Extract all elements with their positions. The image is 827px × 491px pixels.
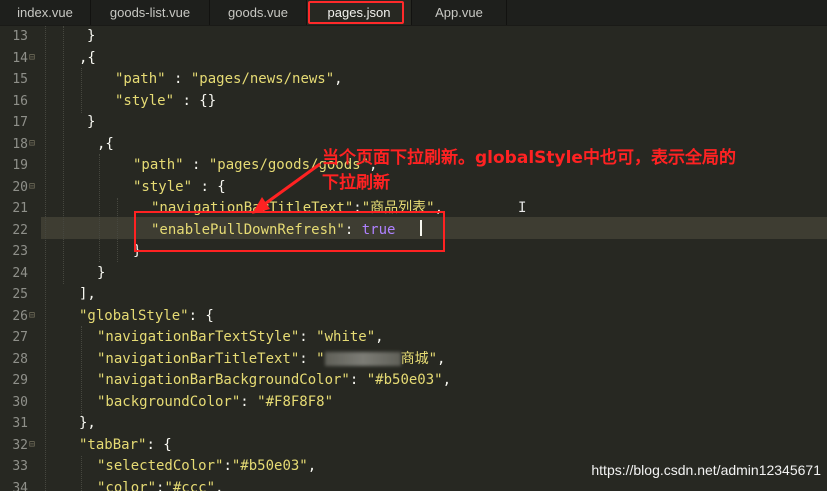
code-line-34: "color":"#ccc", <box>97 479 224 491</box>
indent-guide <box>117 198 118 262</box>
code-line-30: "backgroundColor": "#F8F8F8" <box>97 393 334 410</box>
code-line-33: "selectedColor":"#b50e03", <box>97 458 317 474</box>
watermark-text: https://blog.csdn.net/admin12345671 <box>591 462 821 478</box>
code-line-24: } <box>97 264 106 281</box>
tab-goods-vue[interactable]: goods.vue <box>210 0 307 25</box>
tab-bar: index.vue goods-list.vue goods.vue pages… <box>0 0 827 26</box>
line-number: 21 <box>12 201 28 216</box>
fold-icon[interactable]: ⊟ <box>29 138 35 149</box>
line-number: 31 <box>12 416 28 431</box>
line-number: 17 <box>12 115 28 130</box>
line-number: 30 <box>12 394 28 410</box>
fold-icon[interactable]: ⊟ <box>29 52 35 63</box>
tab-goods-list-vue[interactable]: goods-list.vue <box>91 0 210 25</box>
line-number: 26 <box>12 308 28 324</box>
line-number: 22 <box>12 222 28 238</box>
code-line-13: } <box>87 28 96 44</box>
code-line-26: "globalStyle": { <box>79 307 214 324</box>
redacted-text <box>324 351 401 366</box>
line-number: 19 <box>12 158 28 173</box>
code-line-25: ], <box>79 286 96 302</box>
code-line-32: "tabBar": { <box>79 436 172 453</box>
code-line-15: "path" : "pages/news/news", <box>115 71 343 87</box>
code-area[interactable]: } ,{ "path" : "pages/news/news", "style"… <box>41 26 827 491</box>
code-line-17: } <box>87 114 96 130</box>
code-line-28: "navigationBarTitleText": " 商城", <box>97 350 446 367</box>
code-line-29: "navigationBarBackgroundColor": "#b50e03… <box>97 372 452 388</box>
line-number: 34 <box>12 480 28 491</box>
indent-guide <box>81 456 82 491</box>
code-line-20: "style" : { <box>133 178 226 195</box>
indent-guide <box>63 26 64 284</box>
line-number: 32 <box>12 437 28 453</box>
code-line-31: }, <box>79 415 96 431</box>
tab-label: goods-list.vue <box>109 5 191 20</box>
code-line-16: "style" : {} <box>115 92 217 109</box>
line-number: 16 <box>12 93 28 109</box>
mouse-ibeam-icon: I <box>518 200 527 216</box>
indent-guide <box>81 326 82 416</box>
active-tab-highlight-box <box>308 1 404 24</box>
line-number: 28 <box>12 351 28 367</box>
line-number-gutter: 13 14 ⊟ 15 16 17 18 ⊟ 19 20 ⊟ 21 22 23 2… <box>0 26 38 491</box>
indent-guide <box>81 68 82 113</box>
code-line-18: ,{ <box>97 135 114 152</box>
tab-index-vue[interactable]: index.vue <box>0 0 91 25</box>
tab-label: App.vue <box>435 5 483 20</box>
code-line-14: ,{ <box>79 49 96 66</box>
line-number: 27 <box>12 330 28 345</box>
fold-icon[interactable]: ⊟ <box>29 310 35 321</box>
line-number: 24 <box>12 265 28 281</box>
tab-label: goods.vue <box>228 5 288 20</box>
indent-guide <box>45 26 46 491</box>
line-number: 14 <box>12 50 28 66</box>
line-number: 18 <box>12 136 28 152</box>
line-number: 20 <box>12 179 28 195</box>
fold-icon[interactable]: ⊟ <box>29 439 35 450</box>
annotation-highlight-box <box>134 211 445 252</box>
line-number: 15 <box>12 72 28 87</box>
line-number: 23 <box>12 244 28 259</box>
indent-guide <box>99 154 100 262</box>
tab-app-vue[interactable]: App.vue <box>412 0 507 25</box>
annotation-text: 当个页面下拉刷新。globalStyle中也可，表示全局的 下拉刷新 <box>322 148 736 193</box>
code-line-27: "navigationBarTextStyle": "white", <box>97 329 384 345</box>
line-number: 33 <box>12 459 28 474</box>
line-number: 13 <box>12 29 28 44</box>
tab-label: index.vue <box>17 5 73 20</box>
fold-icon[interactable]: ⊟ <box>29 181 35 192</box>
line-number: 25 <box>12 287 28 302</box>
line-number: 29 <box>12 373 28 388</box>
code-editor[interactable]: index.vue goods-list.vue goods.vue pages… <box>0 0 827 491</box>
